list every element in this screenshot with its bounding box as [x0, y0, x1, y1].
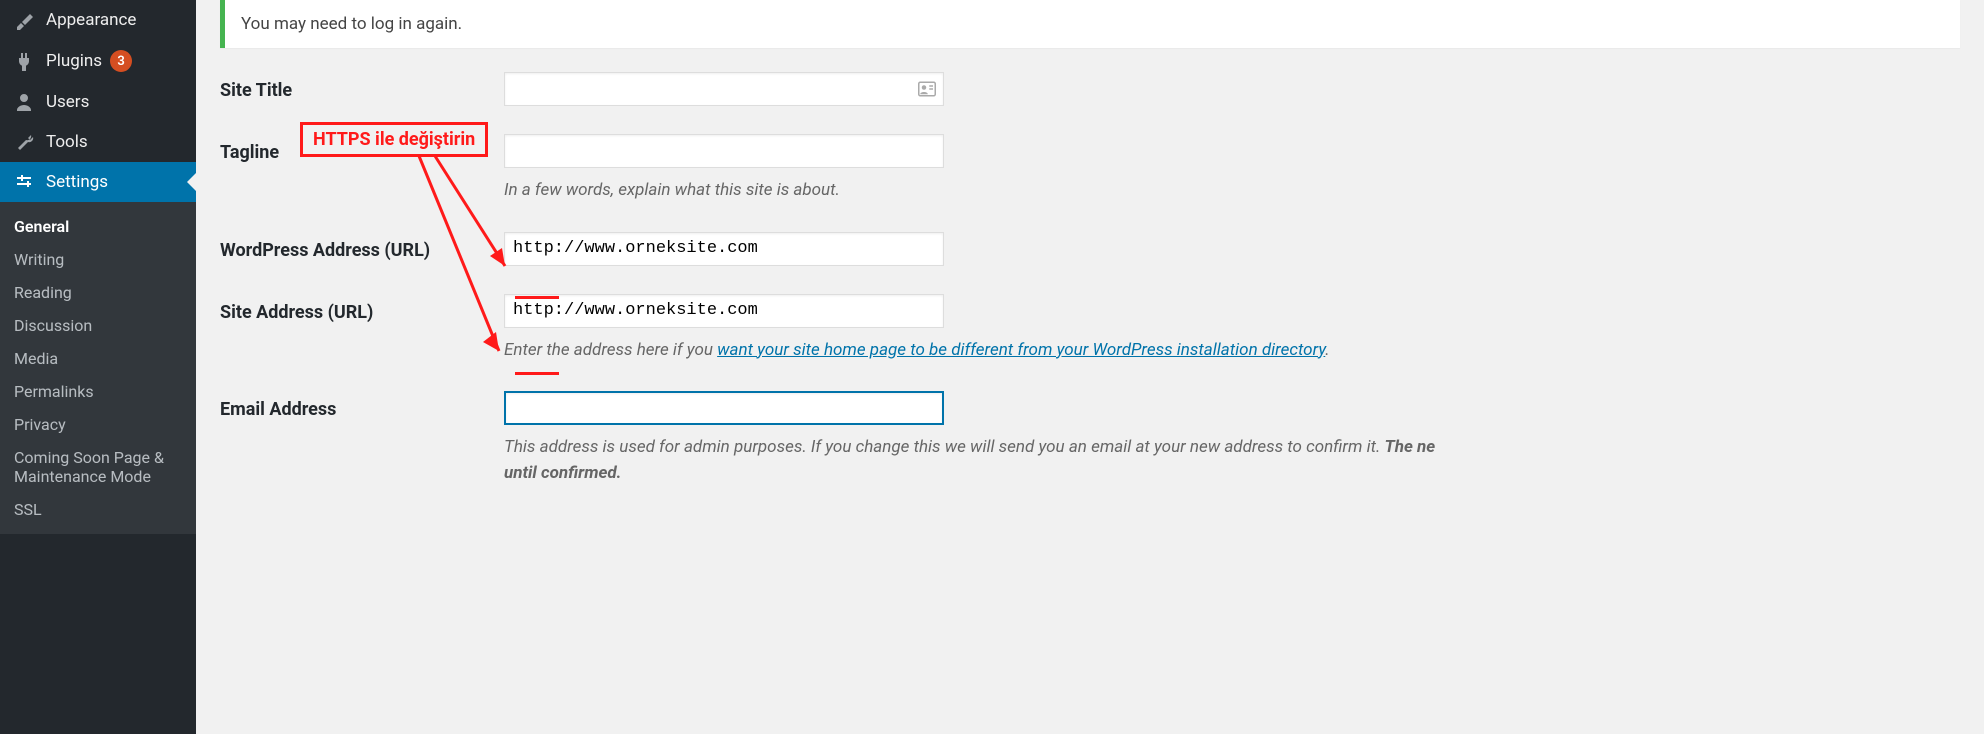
submenu-discussion[interactable]: Discussion	[0, 309, 196, 342]
sidebar-item-plugins[interactable]: Plugins 3	[0, 40, 196, 82]
row-wp-url: WordPress Address (URL)	[220, 232, 1960, 266]
wp-url-input[interactable]	[504, 232, 944, 266]
row-tagline: Tagline In a few words, explain what thi…	[220, 134, 1960, 204]
plug-icon	[12, 51, 36, 71]
email-description: This address is used for admin purposes.…	[504, 435, 1960, 486]
site-title-input[interactable]	[504, 72, 944, 106]
menu-label: Settings	[46, 172, 108, 192]
site-url-description: Enter the address here if you want your …	[504, 338, 1960, 364]
sidebar-item-settings[interactable]: Settings	[0, 162, 196, 202]
menu-label: Appearance	[46, 10, 136, 30]
brush-icon	[12, 10, 36, 30]
settings-submenu: General Writing Reading Discussion Media…	[0, 202, 196, 534]
submenu-ssl[interactable]: SSL	[0, 493, 196, 526]
submenu-permalinks[interactable]: Permalinks	[0, 375, 196, 408]
email-input[interactable]	[504, 391, 944, 425]
menu-label: Tools	[46, 132, 88, 152]
user-icon	[12, 92, 36, 112]
notice-text: You may need to log in again.	[241, 14, 462, 34]
main-content: You may need to log in again. Site Title…	[196, 0, 1984, 734]
general-settings-form: Site Title Tagline In a few words, expla…	[220, 72, 1960, 486]
submenu-privacy[interactable]: Privacy	[0, 408, 196, 441]
row-site-title: Site Title	[220, 72, 1960, 106]
label-tagline: Tagline	[220, 134, 504, 163]
label-wp-url: WordPress Address (URL)	[220, 232, 504, 261]
submenu-writing[interactable]: Writing	[0, 243, 196, 276]
sidebar-item-users[interactable]: Users	[0, 82, 196, 122]
admin-sidebar: Appearance Plugins 3 Users Tools Setting…	[0, 0, 196, 734]
label-email: Email Address	[220, 391, 504, 420]
sliders-icon	[12, 172, 36, 192]
submenu-media[interactable]: Media	[0, 342, 196, 375]
tagline-description: In a few words, explain what this site i…	[504, 178, 1960, 204]
sidebar-item-appearance[interactable]: Appearance	[0, 0, 196, 40]
submenu-reading[interactable]: Reading	[0, 276, 196, 309]
tagline-input[interactable]	[504, 134, 944, 168]
wrench-icon	[12, 132, 36, 152]
site-url-help-link[interactable]: want your site home page to be different…	[717, 340, 1325, 360]
row-site-url: Site Address (URL) Enter the address her…	[220, 294, 1960, 364]
submenu-general[interactable]: General	[0, 210, 196, 243]
success-notice: You may need to log in again.	[220, 0, 1960, 48]
site-url-input[interactable]	[504, 294, 944, 328]
label-site-url: Site Address (URL)	[220, 294, 504, 323]
menu-label: Users	[46, 92, 89, 112]
row-email: Email Address This address is used for a…	[220, 391, 1960, 486]
menu-label: Plugins	[46, 51, 102, 71]
update-badge: 3	[110, 50, 132, 72]
submenu-coming-soon[interactable]: Coming Soon Page & Maintenance Mode	[0, 441, 196, 493]
label-site-title: Site Title	[220, 72, 504, 101]
sidebar-item-tools[interactable]: Tools	[0, 122, 196, 162]
contact-card-icon	[918, 81, 936, 97]
